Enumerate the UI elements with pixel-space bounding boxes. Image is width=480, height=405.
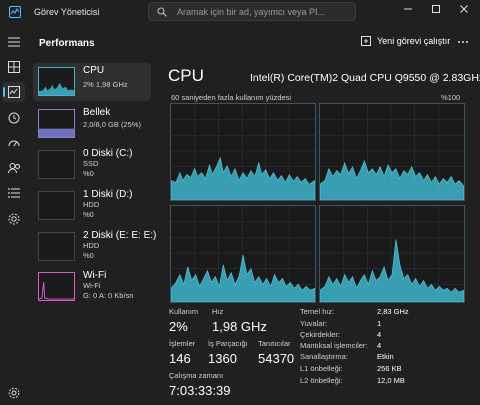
nav-performance[interactable] (3, 82, 25, 102)
minimize-icon (404, 8, 412, 10)
device-detail: G: 0 A: 0 Kb/sn (83, 291, 134, 300)
device-type: HDD (83, 241, 100, 250)
device-memory[interactable]: Bellek 2,0/8,0 GB (25%) (33, 105, 151, 143)
core-graph-2 (170, 205, 316, 303)
cpu-model: Intel(R) Core(TM)2 Quad CPU Q9550 @ 2.83… (250, 72, 480, 84)
device-name: 0 Diski (C:) (83, 148, 133, 159)
disk-thumbnail-graph (38, 232, 75, 261)
device-disk-0[interactable]: 0 Diski (C:) SSD %0 (33, 146, 151, 184)
threads-value: 1360 (208, 351, 237, 366)
device-detail: 2% 1,98 GHz (83, 80, 128, 89)
spec-value: 2,83 GHz (377, 307, 409, 316)
utilization-label: Kullanım (169, 307, 199, 316)
spec-key: Yuvalar: (300, 319, 328, 328)
task-manager-icon (9, 6, 21, 18)
users-icon (7, 163, 20, 174)
processes-value: 146 (169, 351, 191, 366)
device-wifi[interactable]: Wi-Fi Wi-Fi G: 0 A: 0 Kb/sn (33, 268, 151, 306)
device-type: Wi-Fi (83, 281, 101, 290)
device-name: 2 Diski (E: E: E:) (83, 230, 157, 241)
device-name: CPU (83, 65, 105, 76)
spec-value: 4 (377, 330, 382, 339)
uptime-label: Çalışma zamanı (169, 371, 224, 380)
settings-icon (8, 387, 20, 399)
close-button[interactable] (450, 0, 478, 18)
window-title: Görev Yöneticisi (34, 7, 100, 17)
device-cpu[interactable]: CPU 2% 1,98 GHz (33, 63, 151, 101)
nav-app-history[interactable] (3, 108, 25, 128)
spec-key: Mantıksal işlemciler: (300, 341, 368, 350)
page-title: Performans (39, 38, 95, 49)
device-name: 1 Diski (D:) (83, 189, 133, 200)
device-name: Bellek (83, 107, 111, 118)
handles-value: 54370 (258, 351, 295, 366)
hamburger-icon (8, 37, 20, 47)
spec-value: 4 (377, 341, 382, 350)
device-type: HDD (83, 200, 100, 209)
disk-thumbnail-graph (38, 150, 75, 179)
search-placeholder: Aramak için bir ad, yayımcı veya PI... (177, 7, 326, 17)
search-icon (157, 7, 167, 17)
processes-icon (8, 61, 20, 73)
spec-key: L1 önbelleği: (300, 364, 343, 373)
nav-processes[interactable] (3, 57, 25, 77)
spec-value: Etkin (377, 352, 394, 361)
spec-key: Çekirdekler: (300, 330, 341, 339)
device-type: SSD (83, 159, 99, 168)
maximize-icon (432, 5, 440, 13)
cpu-thumbnail-graph (38, 67, 75, 96)
device-detail: 2,0/8,0 GB (25%) (83, 120, 141, 129)
processes-label: İşlemler (169, 339, 196, 348)
run-new-task-button[interactable]: Yeni görevi çalıştır (361, 35, 450, 46)
speed-label: Hız (212, 307, 224, 316)
core-graph-1 (319, 103, 465, 201)
navigation-rail (0, 26, 28, 405)
nav-settings[interactable] (3, 383, 25, 403)
device-detail: %0 (83, 210, 94, 219)
nav-users[interactable] (3, 158, 25, 178)
spec-value: 12,0 MB (377, 376, 405, 385)
spec-key: Temel hız: (300, 307, 335, 316)
history-icon (8, 112, 20, 124)
disk-thumbnail-graph (38, 191, 75, 220)
handles-label: Tanıtıcılar (258, 339, 291, 348)
minimize-button[interactable] (394, 0, 422, 18)
graph-caption: 60 saniyeden fazla kullanım yüzdesi (171, 93, 292, 102)
nav-services[interactable] (3, 209, 25, 229)
threads-label: İş Parçacığı (208, 339, 248, 348)
memory-thumbnail-graph (38, 109, 75, 138)
device-disk-1[interactable]: 1 Diski (D:) HDD %0 (33, 187, 151, 225)
search-input[interactable]: Aramak için bir ad, yayımcı veya PI... (148, 2, 356, 21)
details-icon (8, 188, 20, 198)
device-name: Wi-Fi (83, 270, 107, 281)
nav-details[interactable] (3, 183, 25, 203)
run-new-task-label: Yeni görevi çalıştır (377, 35, 451, 46)
close-icon (460, 5, 468, 13)
spec-value: 256 KB (377, 364, 402, 373)
spec-key: Sanallaştırma: (300, 352, 348, 361)
device-detail: %0 (83, 169, 94, 178)
wifi-thumbnail-graph (38, 272, 75, 301)
utilization-value: 2% (169, 319, 188, 334)
performance-icon (8, 86, 20, 98)
uptime-value: 7:03:33:39 (169, 383, 231, 398)
speed-value: 1,98 GHz (212, 319, 267, 334)
device-disk-2[interactable]: 2 Diski (E: E: E:) HDD %0 (33, 228, 156, 266)
startup-icon (8, 140, 20, 147)
graph-max-label: %100 (441, 93, 461, 102)
spec-key: L2 önbelleği: (300, 376, 343, 385)
cpu-heading: CPU (168, 66, 204, 85)
core-graph-3 (319, 205, 465, 303)
services-icon (8, 213, 20, 225)
maximize-button[interactable] (422, 0, 450, 18)
run-task-icon (361, 36, 371, 46)
menu-button[interactable] (3, 32, 25, 52)
nav-startup[interactable] (3, 133, 25, 153)
device-detail: %0 (83, 251, 94, 260)
more-icon[interactable] (457, 37, 469, 47)
core-graph-0 (170, 103, 316, 201)
title-bar: Görev Yöneticisi Aramak için bir ad, yay… (0, 0, 480, 24)
spec-value: 1 (377, 319, 382, 328)
